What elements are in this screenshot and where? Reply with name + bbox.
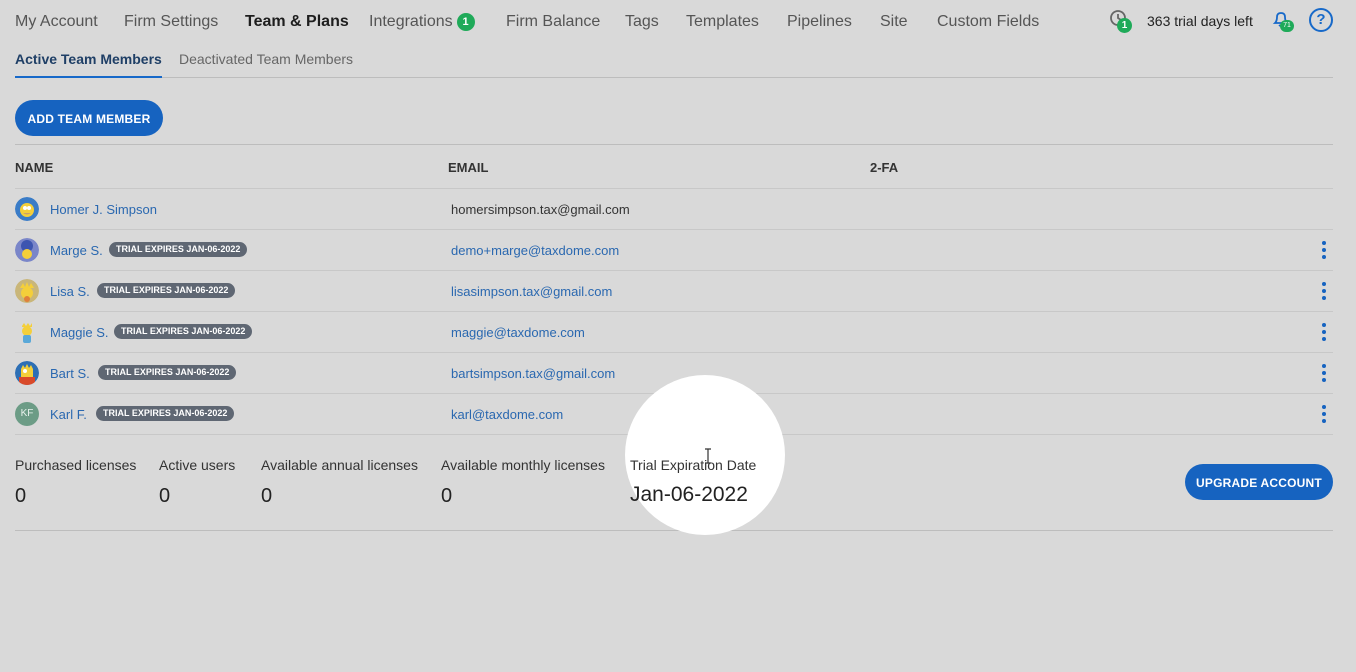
- member-name-link[interactable]: Lisa S.: [50, 284, 90, 299]
- table-row: Marge S. TRIAL EXPIRES JAN-06-2022 demo+…: [15, 230, 1333, 271]
- annual-licenses-value: 0: [261, 485, 273, 507]
- member-name-link[interactable]: Karl F.: [50, 407, 87, 422]
- row-menu-icon[interactable]: [1319, 323, 1329, 341]
- homer-avatar: [15, 197, 39, 221]
- member-email-link[interactable]: demo+marge@taxdome.com: [451, 243, 619, 258]
- team-subtabs: Active Team Members Deactivated Team Mem…: [15, 44, 1333, 78]
- member-name-link[interactable]: Bart S.: [50, 366, 90, 381]
- top-nav: My Account Firm Settings Team & Plans In…: [0, 0, 1356, 44]
- row-menu-icon[interactable]: [1319, 364, 1329, 382]
- tab-active-team-members[interactable]: Active Team Members: [15, 51, 162, 78]
- nav-pipelines[interactable]: Pipelines: [787, 13, 852, 31]
- marge-avatar: [15, 238, 39, 262]
- notifications-button[interactable]: 71: [1270, 8, 1296, 34]
- trial-expires-badge: TRIAL EXPIRES JAN-06-2022: [114, 324, 253, 339]
- trial-expires-badge: TRIAL EXPIRES JAN-06-2022: [98, 365, 237, 380]
- member-email-link[interactable]: bartsimpson.tax@gmail.com: [451, 366, 615, 381]
- maggie-avatar: [15, 320, 39, 344]
- active-users-value: 0: [159, 485, 171, 507]
- clock-count-badge: 1: [1117, 18, 1132, 33]
- nav-templates[interactable]: Templates: [686, 13, 759, 31]
- nav-firm-settings[interactable]: Firm Settings: [124, 13, 218, 31]
- monthly-licenses-label: Available monthly licenses: [441, 457, 605, 473]
- text-cursor-icon: [705, 448, 711, 464]
- member-email-link[interactable]: karl@taxdome.com: [451, 407, 563, 422]
- member-email-link[interactable]: lisasimpson.tax@gmail.com: [451, 284, 612, 299]
- column-header-name: NAME: [15, 160, 54, 175]
- trial-expiration-value: Jan-06-2022: [630, 483, 748, 506]
- trial-days-left: 363 trial days left: [1147, 13, 1253, 29]
- nav-integrations-label: Integrations: [369, 13, 453, 30]
- table-row: Maggie S. TRIAL EXPIRES JAN-06-2022 magg…: [15, 312, 1333, 353]
- annual-licenses-label: Available annual licenses: [261, 457, 418, 473]
- notification-count-badge: 71: [1280, 20, 1294, 32]
- purchased-licenses-value: 0: [15, 485, 27, 507]
- nav-team-plans[interactable]: Team & Plans: [245, 13, 349, 31]
- trial-clock-button[interactable]: 1: [1108, 8, 1134, 34]
- row-menu-icon[interactable]: [1319, 405, 1329, 423]
- table-row: Lisa S. TRIAL EXPIRES JAN-06-2022 lisasi…: [15, 271, 1333, 312]
- nav-integrations[interactable]: Integrations 1: [369, 13, 475, 31]
- lisa-avatar: [15, 279, 39, 303]
- initials-avatar: KF: [15, 402, 39, 426]
- column-header-email: EMAIL: [448, 160, 489, 175]
- nav-custom-fields[interactable]: Custom Fields: [937, 13, 1039, 31]
- member-email-link[interactable]: maggie@taxdome.com: [451, 325, 585, 340]
- trial-expires-badge: TRIAL EXPIRES JAN-06-2022: [96, 406, 235, 421]
- integrations-count-badge: 1: [456, 13, 475, 31]
- nav-site[interactable]: Site: [880, 13, 908, 31]
- member-name-link[interactable]: Marge S.: [50, 243, 103, 258]
- table-header: NAME EMAIL 2-FA: [15, 144, 1333, 189]
- nav-tags[interactable]: Tags: [625, 13, 659, 31]
- purchased-licenses-label: Purchased licenses: [15, 457, 137, 473]
- trial-expires-badge: TRIAL EXPIRES JAN-06-2022: [109, 242, 248, 257]
- upgrade-account-button[interactable]: UPGRADE ACCOUNT: [1185, 464, 1333, 500]
- help-icon[interactable]: ?: [1309, 8, 1333, 32]
- column-header-2fa: 2-FA: [870, 160, 899, 175]
- row-menu-icon[interactable]: [1319, 241, 1329, 259]
- active-users-label: Active users: [159, 457, 236, 473]
- monthly-licenses-value: 0: [441, 485, 453, 507]
- tab-deactivated-team-members[interactable]: Deactivated Team Members: [179, 51, 353, 67]
- member-name-link[interactable]: Homer J. Simpson: [50, 202, 157, 217]
- bart-avatar: [15, 361, 39, 385]
- member-email: homersimpson.tax@gmail.com: [451, 202, 630, 217]
- nav-firm-balance[interactable]: Firm Balance: [506, 13, 600, 31]
- trial-expires-badge: TRIAL EXPIRES JAN-06-2022: [97, 283, 236, 298]
- member-name-link[interactable]: Maggie S.: [50, 325, 109, 340]
- trial-expiration-label: Trial Expiration Date: [630, 457, 757, 473]
- row-menu-icon[interactable]: [1319, 282, 1329, 300]
- table-row: Homer J. Simpson homersimpson.tax@gmail.…: [15, 189, 1333, 230]
- nav-my-account[interactable]: My Account: [15, 13, 98, 31]
- add-team-member-button[interactable]: ADD TEAM MEMBER: [15, 100, 163, 136]
